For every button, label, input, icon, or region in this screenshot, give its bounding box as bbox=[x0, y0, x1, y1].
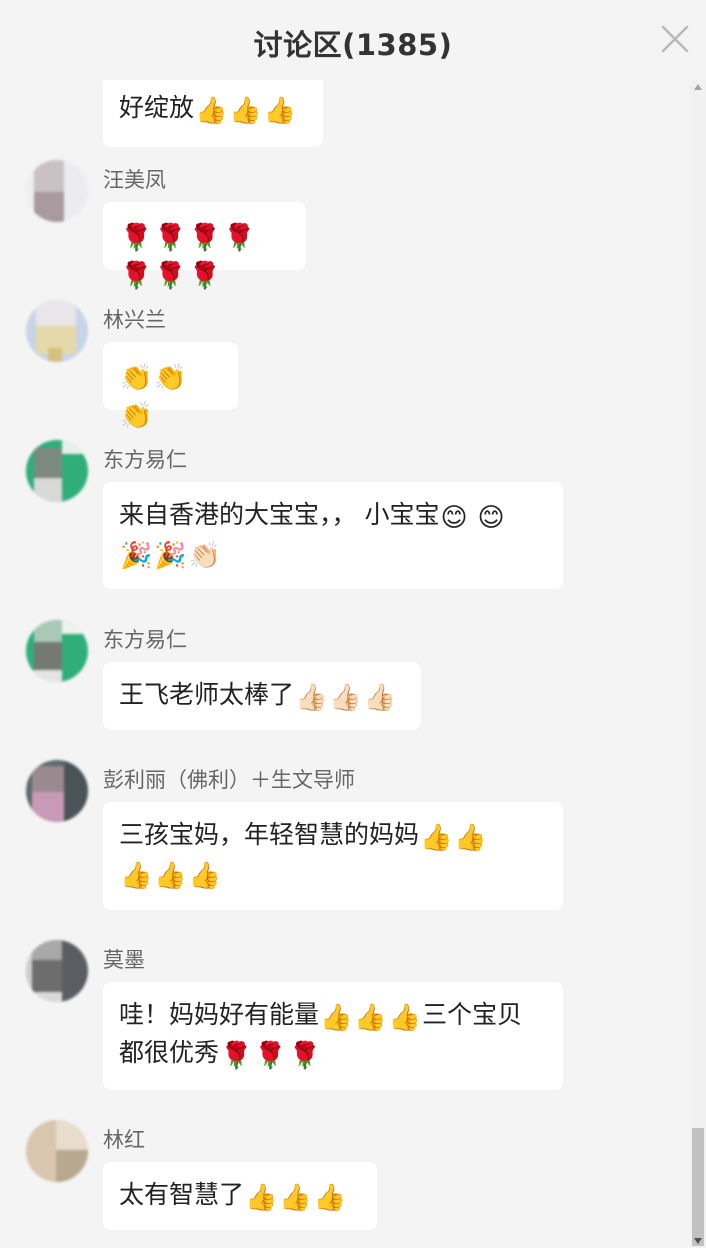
thumbs-up-emoji: 👍 bbox=[263, 96, 297, 126]
comment-bubble: 来自香港的大宝宝，， 小宝宝😊 😊 🎉🎉👏🏻 bbox=[103, 482, 563, 589]
thumbs-up-emoji: 👍 bbox=[195, 96, 228, 126]
thumbs-up-emoji: 👍 bbox=[388, 1003, 422, 1033]
thumbs-up-emoji: 👍 bbox=[154, 861, 187, 891]
discussion-header: 讨论区(1385) bbox=[0, 0, 706, 80]
smiling-face-emoji: 😊 bbox=[440, 503, 468, 533]
rose-emoji: 🌹 bbox=[188, 223, 222, 253]
rose-emoji: 🌹 bbox=[120, 261, 153, 291]
commenter-name: 莫墨 bbox=[103, 948, 145, 972]
rose-emoji: 🌹 bbox=[288, 1041, 322, 1071]
thumbs-up-emoji: 👍🏻 bbox=[363, 683, 397, 713]
commenter-name: 林红 bbox=[103, 1128, 145, 1152]
rose-emoji: 🌹 bbox=[254, 1041, 287, 1071]
thumbs-up-emoji: 👍 bbox=[120, 861, 153, 891]
rose-emoji: 🌹 bbox=[223, 223, 256, 253]
thumbs-up-emoji: 👍 bbox=[420, 823, 453, 853]
comment-bubble: 哇！妈妈好有能量👍👍👍三个宝贝都很优秀🌹🌹🌹 bbox=[103, 982, 563, 1090]
smiling-face-emoji: 😊 bbox=[477, 503, 505, 533]
comment-bubble: 三孩宝妈，年轻智慧的妈妈👍👍 👍👍👍 bbox=[103, 802, 563, 910]
thumbs-up-emoji: 👍🏻 bbox=[329, 683, 362, 713]
clapping-hands-emoji: 👏 bbox=[154, 363, 187, 393]
comment-text: 好绽放 bbox=[119, 93, 195, 122]
avatar[interactable] bbox=[26, 300, 88, 362]
thumbs-up-emoji: 👍 bbox=[279, 1183, 312, 1213]
close-button[interactable] bbox=[658, 22, 692, 56]
clapping-hands-emoji: 👏🏻 bbox=[188, 541, 222, 571]
thumbs-up-emoji: 👍 bbox=[313, 1183, 347, 1213]
close-icon bbox=[661, 25, 689, 53]
thumbs-up-emoji: 👍 bbox=[454, 823, 487, 853]
scroll-down-arrow-icon[interactable] bbox=[694, 1238, 702, 1244]
rose-emoji: 🌹 bbox=[154, 223, 187, 253]
commenter-name: 彭利丽（佛利）＋生文导师 bbox=[103, 768, 355, 792]
comment-bubble: 太有智慧了👍👍👍 bbox=[103, 1162, 377, 1230]
comment-bubble: 好绽放👍👍👍 bbox=[103, 75, 323, 147]
comment-bubble: 王飞老师太棒了👍🏻👍🏻👍🏻 bbox=[103, 662, 421, 730]
avatar[interactable] bbox=[26, 160, 88, 222]
comment-text: 三孩宝妈，年轻智慧的妈妈 bbox=[119, 820, 420, 849]
thumbs-up-emoji: 👍 bbox=[245, 1183, 278, 1213]
scroll-up-arrow-icon[interactable] bbox=[694, 84, 702, 90]
commenter-name: 东方易仁 bbox=[103, 448, 187, 472]
avatar[interactable] bbox=[26, 440, 88, 502]
comment-bubble: 👏👏👏 bbox=[103, 342, 238, 429]
avatar[interactable] bbox=[26, 760, 88, 822]
clapping-hands-emoji: 👏 bbox=[120, 401, 153, 431]
party-popper-emoji: 🎉 bbox=[154, 541, 187, 571]
thumbs-up-emoji: 👍 bbox=[354, 1003, 387, 1033]
avatar[interactable] bbox=[26, 620, 88, 682]
rose-emoji: 🌹 bbox=[120, 223, 153, 253]
avatar[interactable] bbox=[26, 940, 88, 1002]
thumbs-up-emoji: 👍 bbox=[320, 1003, 353, 1033]
rose-emoji: 🌹 bbox=[154, 261, 187, 291]
comment-text: 太有智慧了 bbox=[119, 1180, 245, 1209]
rose-emoji: 🌹 bbox=[188, 261, 222, 291]
comment-text: 哇！妈妈好有能量 bbox=[119, 1000, 320, 1029]
page-title: 讨论区(1385) bbox=[253, 28, 453, 62]
party-popper-emoji: 🎉 bbox=[120, 541, 153, 571]
commenter-name: 东方易仁 bbox=[103, 628, 187, 652]
scrollbar[interactable] bbox=[690, 80, 706, 1248]
avatar[interactable] bbox=[26, 1120, 88, 1182]
thumbs-up-emoji: 👍 bbox=[229, 96, 262, 126]
commenter-name: 林兴兰 bbox=[103, 308, 166, 332]
rose-emoji: 🌹 bbox=[220, 1041, 253, 1071]
comment-bubble: 🌹🌹🌹🌹🌹🌹🌹 bbox=[103, 202, 306, 289]
scrollbar-thumb[interactable] bbox=[692, 1128, 704, 1246]
comment-text: 来自香港的大宝宝，， 小宝宝 bbox=[119, 500, 440, 529]
comment-text: 王飞老师太棒了 bbox=[119, 680, 295, 709]
clapping-hands-emoji: 👏 bbox=[120, 363, 153, 393]
thumbs-up-emoji: 👍🏻 bbox=[295, 683, 328, 713]
commenter-name: 汪美凤 bbox=[103, 168, 166, 192]
comment-feed: 好绽放👍👍👍 汪美凤 🌹🌹🌹🌹🌹🌹🌹 林兴兰 👏👏👏 东方易仁 来自香港的大宝宝… bbox=[0, 0, 690, 1248]
thumbs-up-emoji: 👍 bbox=[188, 861, 222, 891]
